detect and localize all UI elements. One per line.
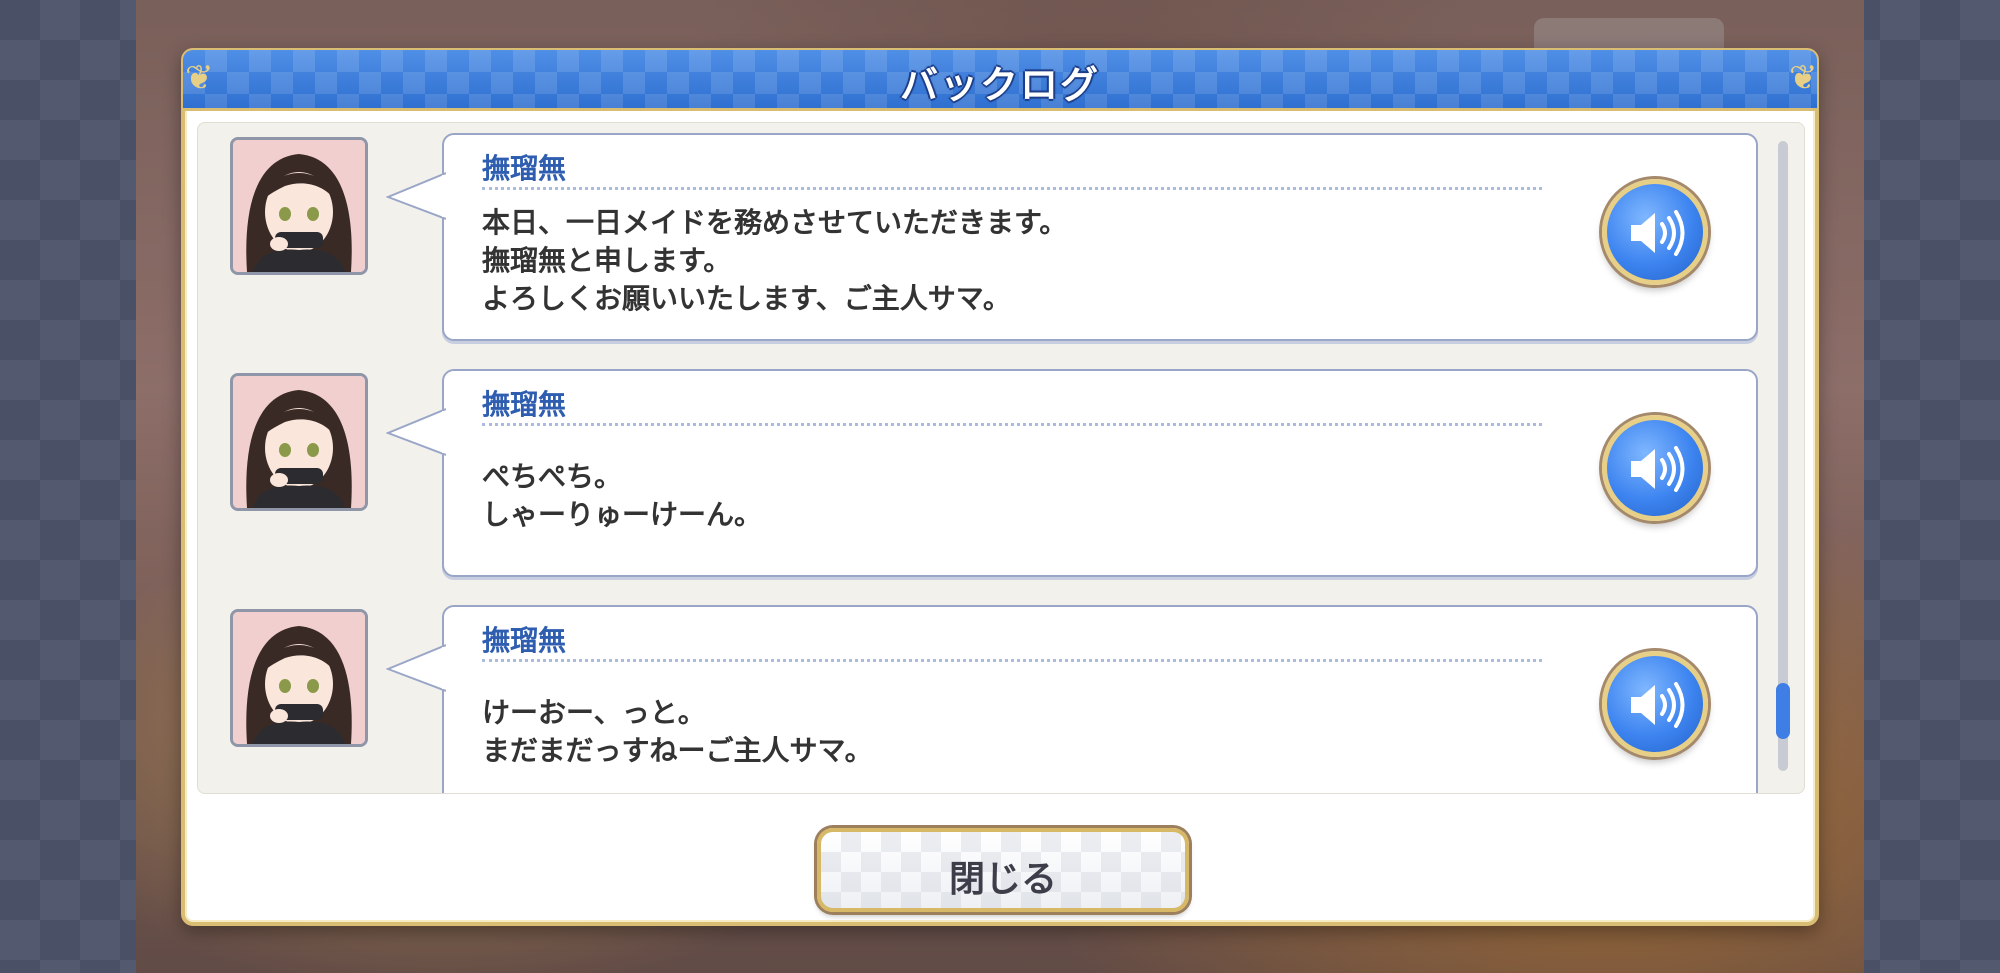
message-line: しゃーりゅーけーん。 (482, 498, 763, 531)
dialog-title-bar: ❦ バックログ ❦ (183, 50, 1818, 111)
log-entry: 撫瑠無 けーおー、っと。 まだまだっすねーご主人サマ。 (198, 599, 1758, 793)
scrollbar-thumb[interactable] (1776, 683, 1790, 739)
message-line: ぺちぺち。 (482, 460, 623, 493)
message-line: 本日、一日メイドを務めさせていただきます。 (482, 206, 1068, 239)
log-entry: 撫瑠無 ぺちぺち。 しゃーりゅーけーん。 (198, 363, 1758, 577)
speaker-name: 撫瑠無 (482, 388, 567, 421)
character-avatar (230, 609, 368, 747)
message-line: けーおー、っと。 (482, 696, 706, 729)
character-portrait-icon (233, 376, 365, 508)
message-bubble: 撫瑠無 けーおー、っと。 まだまだっすねーご主人サマ。 (386, 605, 1758, 793)
play-voice-button[interactable] (1602, 415, 1708, 521)
character-avatar (230, 373, 368, 511)
speaker-volume-icon (1631, 682, 1685, 728)
name-divider (482, 659, 1542, 662)
dialog-title: バックログ (899, 63, 1100, 107)
log-scrollbar[interactable] (1776, 141, 1790, 771)
close-button[interactable]: 閉じる (817, 828, 1189, 912)
name-divider (482, 423, 1542, 426)
play-voice-button[interactable] (1602, 179, 1708, 285)
character-portrait-icon (233, 140, 365, 272)
speaker-volume-icon (1631, 446, 1685, 492)
flourish-right-icon: ❦ (1789, 58, 1818, 98)
backlog-dialog: ❦ バックログ ❦ 撫瑠無 本日、一日メイドを務めさせていただきます。 撫瑠無と… (181, 48, 1819, 926)
speaker-name: 撫瑠無 (482, 152, 567, 185)
message-bubble: 撫瑠無 本日、一日メイドを務めさせていただきます。 撫瑠無と申します。 よろしく… (386, 133, 1758, 341)
speaker-volume-icon (1631, 210, 1685, 256)
log-entry: 撫瑠無 本日、一日メイドを務めさせていただきます。 撫瑠無と申します。 よろしく… (198, 127, 1758, 341)
speaker-name: 撫瑠無 (482, 624, 567, 657)
character-portrait-icon (233, 612, 365, 744)
message-line: よろしくお願いいたします、ご主人サマ。 (482, 282, 1011, 315)
bubble-tail (386, 172, 446, 220)
bubble-tail (386, 644, 446, 692)
bubble-tail (386, 408, 446, 456)
close-button-label: 閉じる (948, 859, 1057, 900)
play-voice-button[interactable] (1602, 651, 1708, 757)
backlog-list[interactable]: 撫瑠無 本日、一日メイドを務めさせていただきます。 撫瑠無と申します。 よろしく… (197, 122, 1805, 794)
name-divider (482, 187, 1542, 190)
message-line: 撫瑠無と申します。 (482, 244, 732, 277)
character-avatar (230, 137, 368, 275)
message-line: まだまだっすねーご主人サマ。 (482, 734, 873, 767)
message-bubble: 撫瑠無 ぺちぺち。 しゃーりゅーけーん。 (386, 369, 1758, 577)
